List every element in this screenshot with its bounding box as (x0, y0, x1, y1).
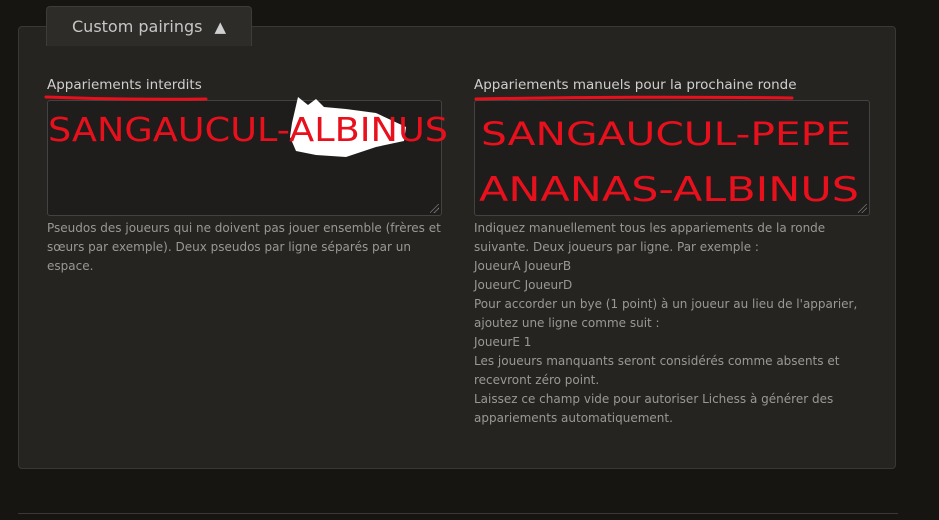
forbidden-pairings-label: Appariements interdits (47, 77, 202, 93)
help-line: suivante. Deux joueurs par ligne. Par ex… (474, 240, 759, 254)
help-line: Pour accorder un bye (1 point) à un joue… (474, 297, 858, 311)
help-line: JoueurE 1 (474, 335, 532, 349)
help-line: ajoutez une ligne comme suit : (474, 316, 660, 330)
forbidden-pairings-group: Appariements interdits SANGAUCUL-ALBINUS… (47, 76, 448, 276)
manual-pairings-value-line-2: ANANAS-ALBINUS (479, 170, 859, 210)
manual-pairings-label: Appariements manuels pour la prochaine r… (474, 77, 797, 93)
forbidden-pairings-help: Pseudos des joueurs qui ne doivent pas j… (47, 221, 441, 273)
help-line: Laissez ce champ vide pour autoriser Lic… (474, 392, 834, 406)
forbidden-pairings-textarea[interactable]: SANGAUCUL-ALBINUS (47, 97, 448, 216)
help-line: JoueurA JoueurB (474, 259, 572, 273)
collapse-arrow-icon: ▲ (214, 17, 226, 36)
divider (18, 513, 898, 514)
forbidden-pairings-value: SANGAUCUL-ALBINUS (48, 110, 448, 149)
help-line: Indiquez manuellement tous les apparieme… (474, 221, 826, 235)
resize-grip-icon[interactable] (858, 204, 867, 213)
help-line: Les joueurs manquants seront considérés … (474, 354, 840, 368)
resize-grip-icon[interactable] (430, 204, 439, 213)
handwritten-annotation: SANGAUCUL-ALBINUS (48, 97, 448, 157)
section-title: Custom pairings (72, 17, 203, 36)
help-line: appariements automatiquement. (474, 411, 673, 425)
manual-pairings-group: Appariements manuels pour la prochaine r… (474, 76, 870, 428)
manual-pairings-help: Indiquez manuellement tous les apparieme… (474, 219, 870, 428)
help-line: recevront zéro point. (474, 373, 600, 387)
custom-pairings-toggle[interactable]: Custom pairings ▲ (46, 6, 252, 46)
manual-pairings-textarea[interactable]: SANGAUCUL-PEPE ANANAS-ALBINUS (474, 100, 870, 216)
help-line: JoueurC JoueurD (474, 278, 573, 292)
handwritten-annotation: SANGAUCUL-PEPE ANANAS-ALBINUS (479, 115, 859, 210)
manual-pairings-value-line-1: SANGAUCUL-PEPE (481, 115, 851, 153)
